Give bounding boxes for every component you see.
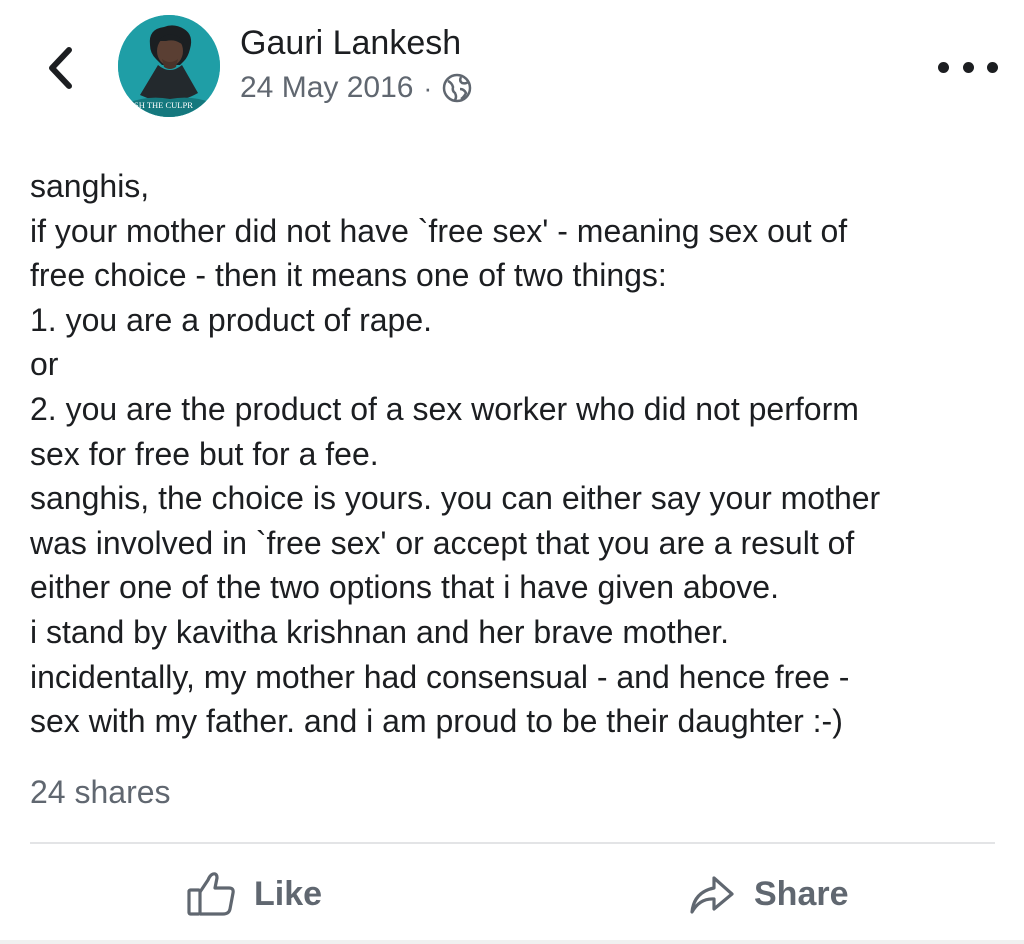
post-line: either one of the two options that i hav… — [30, 569, 779, 606]
post-line: sex with my father. and i am proud to be… — [30, 703, 843, 740]
avatar-caption: SH THE CULPR — [134, 100, 193, 110]
post-date[interactable]: 24 May 2016 — [240, 71, 413, 105]
post-line: 2. you are the product of a sex worker w… — [30, 390, 859, 427]
post-line: if your mother did not have `free sex' -… — [30, 212, 848, 249]
author-name[interactable]: Gauri Lankesh — [240, 22, 461, 64]
post-meta: 24 May 2016 · — [240, 68, 472, 108]
post-line: sanghis, — [30, 168, 150, 204]
post-line: i stand by kavitha krishnan and her brav… — [30, 613, 730, 650]
avatar-portrait: SH THE CULPR — [118, 15, 220, 117]
bottom-edge — [0, 940, 1024, 944]
globe-icon — [442, 73, 472, 103]
post-text: sanghis, if your mother did not have `fr… — [30, 164, 1005, 744]
thumbs-up-icon — [187, 872, 235, 916]
post-line: 1. you are a product of rape. — [30, 301, 433, 338]
post-line: sanghis, the choice is yours. you can ei… — [30, 480, 881, 517]
post-line: free choice - then it means one of two t… — [30, 257, 667, 294]
avatar[interactable]: SH THE CULPR — [118, 15, 220, 117]
post-line: was involved in `free sex' or accept tha… — [30, 524, 855, 561]
actions-divider — [30, 842, 995, 844]
more-dots-icon — [938, 61, 949, 73]
shares-count[interactable]: 24 shares — [30, 770, 171, 814]
post-screen: SH THE CULPR Gauri Lankesh 24 May 2016 ·… — [0, 0, 1024, 944]
more-dots-icon — [987, 61, 998, 73]
back-button[interactable] — [36, 42, 84, 94]
like-button[interactable]: Like — [186, 866, 322, 922]
share-button[interactable]: Share — [688, 866, 849, 922]
share-arrow-icon — [690, 876, 734, 914]
post-line: sex for free but for a fee. — [30, 435, 379, 472]
chevron-left-icon — [49, 47, 72, 89]
like-label: Like — [254, 874, 323, 913]
more-dots-icon — [962, 61, 974, 73]
post-line: incidentally, my mother had consensual -… — [30, 658, 850, 695]
share-label: Share — [754, 874, 849, 913]
meta-separator: · — [423, 73, 433, 103]
more-options-button[interactable] — [938, 52, 998, 82]
post-line: or — [30, 346, 59, 383]
